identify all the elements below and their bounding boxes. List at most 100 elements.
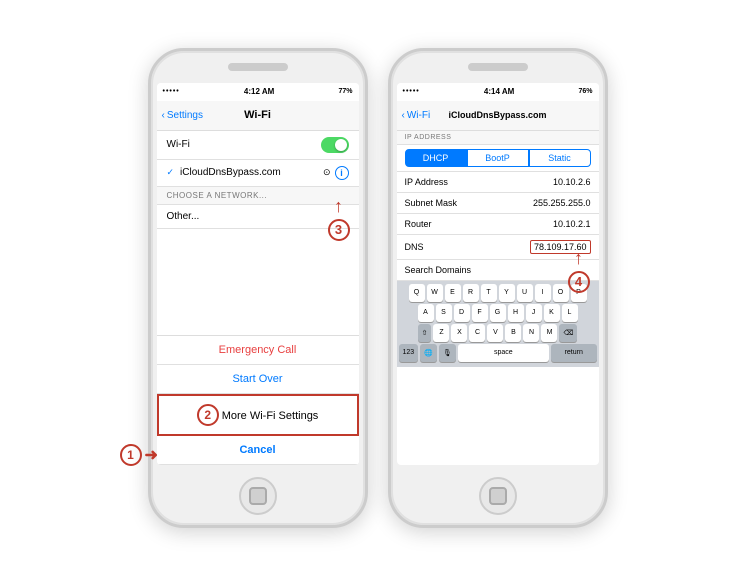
start-over-item[interactable]: Start Over (157, 365, 359, 394)
dhcp-segment[interactable]: DHCP (405, 149, 467, 167)
delete-key[interactable]: ⌫ (559, 324, 577, 342)
key-e[interactable]: E (445, 284, 461, 302)
info-button[interactable]: i (335, 166, 349, 180)
step3-annotation: ↑ 3 (328, 196, 350, 241)
key-k[interactable]: K (544, 304, 560, 322)
step4-circle: 4 (568, 271, 590, 293)
subnet-mask-value: 255.255.255.0 (533, 198, 591, 208)
phone1-back-label: Settings (167, 110, 203, 121)
subnet-mask-row: Subnet Mask 255.255.255.0 (397, 193, 599, 214)
key-v[interactable]: V (487, 324, 503, 342)
phone1-time: 4:12 AM (244, 87, 274, 96)
key-j[interactable]: J (526, 304, 542, 322)
bootp-segment[interactable]: BootP (467, 149, 529, 167)
key-g[interactable]: G (490, 304, 506, 322)
action-sheet: Emergency Call Start Over 2 More Wi-Fi S… (157, 335, 359, 465)
step3-arrow: ↑ (334, 196, 343, 217)
phone1-content: Wi-Fi ✓ iCloudDnsBypass.com ⊙ i CHOOSE A… (157, 131, 359, 465)
numbers-key[interactable]: 123 (399, 344, 419, 362)
phone2-home-button[interactable] (479, 477, 517, 515)
phone2-battery: 76% (578, 88, 592, 95)
keyboard-row2: A S D F G H J K L (399, 304, 597, 322)
keyboard-row3: ⇧ Z X C V B N M ⌫ (399, 324, 597, 342)
key-m[interactable]: M (541, 324, 557, 342)
home2-button-inner (489, 487, 507, 505)
chevron-left-icon: ‹ (162, 110, 165, 121)
emergency-call-item[interactable]: Emergency Call (157, 336, 359, 365)
phone1-home-button[interactable] (239, 477, 277, 515)
router-row: Router 10.10.2.1 (397, 214, 599, 235)
key-f[interactable]: F (472, 304, 488, 322)
phone1-nav-bar: ‹ Settings Wi-Fi (157, 101, 359, 131)
segment-control[interactable]: DHCP BootP Static (397, 145, 599, 172)
step4-annotation: ↑ 4 (568, 248, 590, 293)
key-x[interactable]: X (451, 324, 467, 342)
phone1-battery: 77% (338, 88, 352, 95)
network-row[interactable]: ✓ iCloudDnsBypass.com ⊙ i (157, 160, 359, 187)
key-r[interactable]: R (463, 284, 479, 302)
keyboard[interactable]: Q W E R T Y U I O P A (397, 281, 599, 367)
step1-circle: 1 (120, 444, 142, 466)
phone2-time: 4:14 AM (484, 87, 514, 96)
wifi-toggle-row[interactable]: Wi-Fi (157, 131, 359, 160)
phone2-status-bar: ••••• 4:14 AM 76% (397, 83, 599, 101)
phone2-back-label: Wi-Fi (407, 110, 430, 121)
dns-label: DNS (405, 242, 424, 252)
step3-circle: 3 (328, 219, 350, 241)
step2-label: 2 (197, 404, 219, 426)
key-l[interactable]: L (562, 304, 578, 322)
ip-address-label: IP Address (405, 177, 448, 187)
subnet-mask-label: Subnet Mask (405, 198, 458, 208)
phone2-wrapper: ••••• 4:14 AM 76% ‹ Wi-Fi iCloudDnsBypas… (388, 48, 608, 528)
phone1-screen: ••••• 4:12 AM 77% ‹ Settings Wi-Fi (157, 83, 359, 465)
ip-section-header: IP ADDRESS (397, 131, 599, 145)
mic-key[interactable]: 🎙 (439, 344, 456, 362)
router-label: Router (405, 219, 432, 229)
checkmark-icon: ✓ (167, 167, 175, 178)
key-y[interactable]: Y (499, 284, 515, 302)
other-label: Other... (167, 211, 200, 222)
phone2-nav-title: iCloudDnsBypass.com (448, 110, 546, 120)
network-name: iCloudDnsBypass.com (180, 167, 319, 178)
ip-address-row: IP Address 10.10.2.6 (397, 172, 599, 193)
step4-arrow: ↑ (574, 248, 583, 269)
phone1-nav-title: Wi-Fi (244, 109, 271, 121)
key-n[interactable]: N (523, 324, 539, 342)
key-i[interactable]: I (535, 284, 551, 302)
chevron-left-icon2: ‹ (402, 110, 405, 121)
static-segment[interactable]: Static (529, 149, 591, 167)
phone1: ••••• 4:12 AM 77% ‹ Settings Wi-Fi (148, 48, 368, 528)
shift-key[interactable]: ⇧ (418, 324, 432, 342)
cancel-item[interactable]: Cancel (157, 436, 359, 465)
key-a[interactable]: A (418, 304, 434, 322)
phone2-back-button[interactable]: ‹ Wi-Fi (402, 110, 431, 121)
wifi-toggle[interactable] (321, 137, 349, 153)
phone1-back-button[interactable]: ‹ Settings (162, 110, 203, 121)
scene: ••••• 4:12 AM 77% ‹ Settings Wi-Fi (128, 28, 628, 548)
space-key[interactable]: space (458, 344, 549, 362)
search-domains-label: Search Domains (405, 265, 472, 275)
phone1-status-bar: ••••• 4:12 AM 77% (157, 83, 359, 101)
key-h[interactable]: H (508, 304, 524, 322)
key-o[interactable]: O (553, 284, 569, 302)
return-key[interactable]: return (551, 344, 597, 362)
key-b[interactable]: B (505, 324, 521, 342)
key-d[interactable]: D (454, 304, 470, 322)
router-value: 10.10.2.1 (553, 219, 591, 229)
globe-key[interactable]: 🌐 (420, 344, 437, 362)
phones-area: ••••• 4:12 AM 77% ‹ Settings Wi-Fi (148, 48, 608, 528)
key-c[interactable]: C (469, 324, 485, 342)
key-q[interactable]: Q (409, 284, 425, 302)
key-t[interactable]: T (481, 284, 497, 302)
wifi-label: Wi-Fi (167, 139, 190, 150)
more-wifi-settings-item[interactable]: 2 More Wi-Fi Settings (157, 394, 359, 436)
key-u[interactable]: U (517, 284, 533, 302)
key-w[interactable]: W (427, 284, 443, 302)
phone2-signal-dots: ••••• (403, 88, 420, 95)
phone1-wrapper: ••••• 4:12 AM 77% ‹ Settings Wi-Fi (148, 48, 368, 528)
key-z[interactable]: Z (433, 324, 449, 342)
keyboard-row4: 123 🌐 🎙 space return (399, 344, 597, 362)
key-s[interactable]: S (436, 304, 452, 322)
wifi-signal-icon: ⊙ (323, 167, 331, 178)
step1-arrow: ➜ (145, 445, 158, 465)
